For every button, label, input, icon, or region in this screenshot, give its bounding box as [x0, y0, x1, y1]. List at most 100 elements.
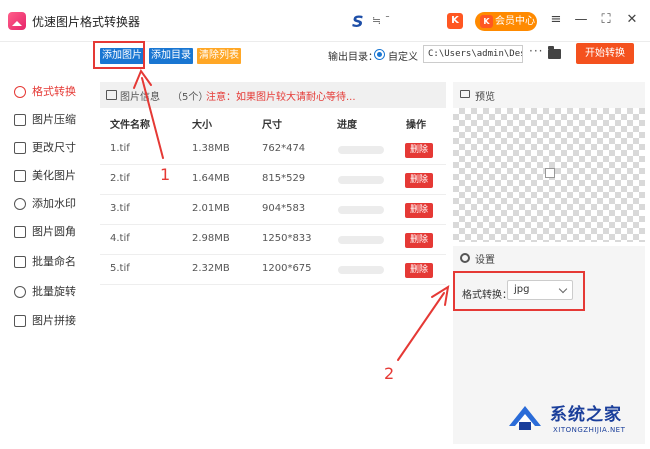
highlight-box-format — [453, 271, 585, 311]
file-dims: 815*529 — [262, 173, 306, 184]
file-count: （5个） — [172, 92, 209, 103]
sidebar-item-label: 批量旋转 — [32, 285, 76, 298]
sidebar-item-compress[interactable]: 图片压缩 — [12, 110, 88, 130]
custom-radio-label: 自定义 — [388, 52, 418, 63]
annotation-label-2: 2 — [384, 364, 395, 383]
progress-bar — [338, 206, 384, 214]
table-row: 3.tif 2.01MB 904*583 删除 — [100, 195, 446, 225]
file-size: 1.64MB — [192, 173, 230, 184]
delete-button[interactable]: 删除 — [405, 263, 433, 278]
settings-title: 设置 — [475, 255, 495, 266]
sidebar-item-watermark[interactable]: 添加水印 — [12, 194, 88, 214]
sidebar-item-label: 图片压缩 — [32, 113, 76, 126]
sidebar-item-rename[interactable]: 批量命名 — [12, 252, 88, 272]
rotate-icon — [14, 286, 26, 298]
member-center-label: 会员中心 — [495, 16, 535, 27]
file-size: 2.98MB — [192, 233, 230, 244]
highlight-box-add-image — [93, 41, 145, 69]
table-row: 1.tif 1.38MB 762*474 删除 — [100, 135, 446, 165]
sidebar-item-label: 添加水印 — [32, 197, 76, 210]
gear-icon — [460, 253, 470, 263]
sidebar-item-stitch[interactable]: 图片拼接 — [12, 311, 88, 331]
k-icon[interactable]: K — [447, 13, 463, 29]
delete-button[interactable]: 删除 — [405, 143, 433, 158]
menu-icon[interactable]: ≡ — [548, 12, 564, 28]
preview-panel: 预览 — [453, 82, 645, 242]
sidebar-item-label: 更改尺寸 — [32, 141, 76, 154]
start-convert-button[interactable]: 开始转换 — [576, 43, 634, 64]
close-icon[interactable]: ✕ — [624, 12, 640, 28]
file-name: 1.tif — [110, 143, 130, 154]
progress-bar — [338, 266, 384, 274]
file-name: 2.tif — [110, 173, 130, 184]
preview-title: 预览 — [475, 92, 495, 103]
sidebar-item-label: 格式转换 — [32, 85, 76, 98]
sidebar-item-round-corner[interactable]: 图片圆角 — [12, 222, 88, 242]
format-convert-icon — [14, 86, 26, 98]
delete-button[interactable]: 删除 — [405, 233, 433, 248]
column-header-dims: 尺寸 — [262, 120, 282, 131]
sidebar-item-label: 美化图片 — [32, 169, 76, 182]
file-name: 5.tif — [110, 263, 130, 274]
output-path-input[interactable]: C:\Users\admin\Deskto — [423, 45, 523, 63]
image-icon — [106, 90, 117, 100]
member-center-button[interactable]: K 会员中心 — [475, 12, 537, 31]
more-options-icon[interactable]: ··· — [529, 44, 543, 58]
table-row: 4.tif 2.98MB 1250*833 删除 — [100, 225, 446, 255]
beautify-icon — [14, 170, 26, 182]
table-row: 2.tif 1.64MB 815*529 删除 — [100, 165, 446, 195]
sidebar-item-label: 图片圆角 — [32, 225, 76, 238]
rename-icon — [14, 256, 26, 268]
folder-icon[interactable] — [548, 46, 561, 59]
table-row: 5.tif 2.32MB 1200*675 删除 — [100, 255, 446, 285]
progress-bar — [338, 146, 384, 154]
file-dims: 904*583 — [262, 203, 306, 214]
sidebar-item-beautify[interactable]: 美化图片 — [12, 166, 88, 186]
watermark-url: XITONGZHIJIA.NET — [553, 426, 626, 434]
delete-button[interactable]: 删除 — [405, 203, 433, 218]
file-panel-note: 注意：如果图片较大请耐心等待... — [206, 92, 356, 103]
center-brand-logo: S — [352, 12, 364, 31]
file-size: 1.38MB — [192, 143, 230, 154]
progress-bar — [338, 236, 384, 244]
file-name: 3.tif — [110, 203, 130, 214]
column-header-action: 操作 — [406, 120, 426, 131]
file-dims: 762*474 — [262, 143, 306, 154]
app-title: 优速图片格式转换器 — [32, 15, 141, 29]
preview-icon — [460, 90, 470, 98]
sidebar-item-resize[interactable]: 更改尺寸 — [12, 138, 88, 158]
broken-image-icon — [545, 168, 555, 178]
column-header-name: 文件名称 — [110, 120, 150, 131]
sidebar-item-rotate[interactable]: 批量旋转 — [12, 282, 88, 302]
file-dims: 1250*833 — [262, 233, 312, 244]
progress-bar — [338, 176, 384, 184]
column-header-size: 大小 — [192, 120, 212, 131]
delete-button[interactable]: 删除 — [405, 173, 433, 188]
output-dir-label: 输出目录： — [328, 52, 378, 63]
custom-radio[interactable] — [374, 49, 385, 60]
maximize-icon[interactable]: ⛶ — [598, 12, 614, 28]
clear-list-button[interactable]: 清除列表 — [197, 48, 241, 64]
file-dims: 1200*675 — [262, 263, 312, 274]
round-corner-icon — [14, 226, 26, 238]
resize-icon — [14, 142, 26, 154]
watermark-text: 系统之家 — [550, 405, 622, 425]
app-logo-icon — [8, 12, 26, 30]
title-bar: 优速图片格式转换器 S ≒ ˉ K K 会员中心 ≡ — ⛶ ✕ — [0, 0, 650, 42]
sidebar-item-format-convert[interactable]: 格式转换 — [12, 82, 88, 102]
member-crown-icon: K — [480, 15, 493, 28]
sidebar: 格式转换 图片压缩 更改尺寸 美化图片 添加水印 图片圆角 批量命名 批量旋转 … — [0, 42, 88, 449]
add-folder-button[interactable]: 添加目录 — [149, 48, 193, 64]
sidebar-item-label: 批量命名 — [32, 255, 76, 268]
file-panel-title: 图片信息 — [120, 92, 160, 103]
watermark-icon — [14, 198, 26, 210]
file-size: 2.32MB — [192, 263, 230, 274]
file-size: 2.01MB — [192, 203, 230, 214]
minimize-icon[interactable]: — — [573, 12, 589, 28]
file-name: 4.tif — [110, 233, 130, 244]
preview-header: 预览 — [453, 82, 645, 106]
compress-icon — [14, 114, 26, 126]
center-brand-text: ≒ ˉ — [372, 14, 391, 27]
sidebar-item-label: 图片拼接 — [32, 314, 76, 327]
column-header-progress: 进度 — [337, 120, 357, 131]
